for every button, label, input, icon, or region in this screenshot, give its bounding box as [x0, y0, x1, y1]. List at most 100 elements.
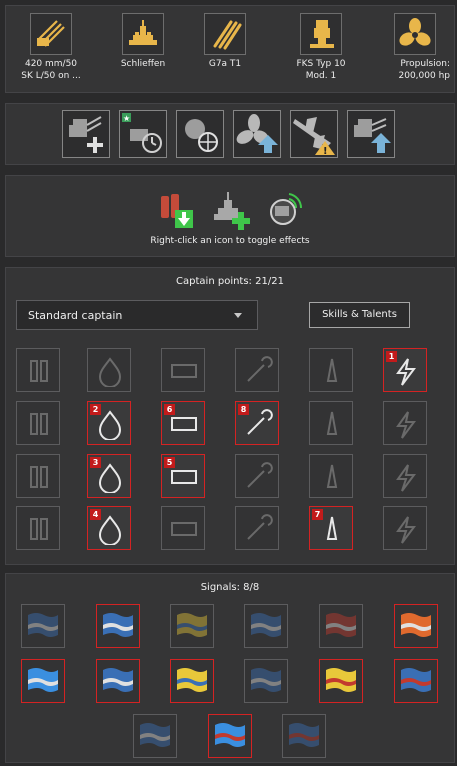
gun-feeder-icon [171, 364, 197, 378]
special-upgrade-icon[interactable]: ★ [119, 110, 167, 158]
flag-checker-blue-icon [28, 613, 58, 637]
flag-blue-stripes-icon [251, 613, 281, 637]
aircraft-mod-icon[interactable]: ! [290, 110, 338, 158]
priority-target-icon [247, 356, 273, 382]
flag-orange-white-icon [401, 613, 431, 637]
skill-slot[interactable] [309, 348, 353, 392]
skill-order-badge: 4 [90, 509, 101, 520]
signal-flag[interactable] [282, 714, 326, 758]
skill-slot[interactable] [161, 348, 205, 392]
skill-order-badge: 5 [164, 457, 175, 468]
skill-slot[interactable] [16, 454, 60, 498]
grease-the-gears-icon [30, 360, 48, 382]
flag-blue-white-diagonal-icon [140, 723, 170, 747]
modules-panel: 420 mm/50 SK L/50 on ... Schlieffen G7a … [5, 5, 455, 93]
skill-slot[interactable] [16, 348, 60, 392]
flag-red-diagonal-icon [326, 613, 356, 637]
aiming-systems-mod-icon[interactable] [176, 110, 224, 158]
captain-dropdown[interactable]: Standard captain [16, 300, 258, 330]
manual-secondary-icon [396, 464, 416, 492]
signal-flag[interactable] [21, 604, 65, 648]
svg-text:★: ★ [123, 114, 130, 123]
signals-title: Signals: 8/8 [200, 582, 260, 593]
incoming-fire-alert-icon [326, 358, 338, 382]
skill-slot[interactable] [309, 454, 353, 498]
skill-slot[interactable] [309, 401, 353, 445]
signal-flag[interactable] [21, 659, 65, 703]
heavy-armor-icon [326, 464, 338, 488]
torpedo-icon[interactable] [204, 13, 246, 55]
skill-slot[interactable] [383, 401, 427, 445]
skill-slot[interactable]: 2 [87, 401, 131, 445]
skill-slot[interactable]: 6 [161, 401, 205, 445]
secondary-armament-expert-icon [396, 411, 416, 439]
flag-blue-white-icon [251, 668, 281, 692]
signal-flag[interactable] [394, 604, 438, 648]
repair-specialist-icon [247, 514, 273, 540]
repair-party-icon[interactable] [210, 188, 252, 230]
flag-yellow-plus-icon [177, 668, 207, 692]
signal-flag[interactable] [170, 604, 214, 648]
chevron-down-icon [234, 313, 242, 318]
main-armaments-mod-icon[interactable] [62, 110, 110, 158]
superintendent-icon [247, 462, 273, 488]
module-label: FKS Typ 10 Mod. 1 [296, 59, 346, 81]
skill-slot[interactable] [16, 506, 60, 550]
fire-control-icon[interactable] [300, 13, 342, 55]
toggle-effects-hint: Right-click an icon to toggle effects [150, 236, 310, 246]
skill-slot[interactable] [16, 401, 60, 445]
adrenaline-rush-icon [30, 413, 48, 435]
skill-slot[interactable] [235, 506, 279, 550]
battleship-hull-icon[interactable] [122, 13, 164, 55]
signal-flag[interactable] [394, 659, 438, 703]
skill-slot[interactable]: 3 [87, 454, 131, 498]
signal-flag[interactable] [244, 659, 288, 703]
secondary-battery-mod-icon[interactable] [347, 110, 395, 158]
skill-slot[interactable]: 4 [87, 506, 131, 550]
flag-yellow-blue-icon [177, 613, 207, 637]
skill-slot[interactable] [235, 348, 279, 392]
svg-text:!: ! [323, 146, 328, 157]
skill-slot[interactable] [161, 506, 205, 550]
signal-flag[interactable] [319, 604, 363, 648]
signal-flag[interactable] [96, 604, 140, 648]
skill-slot[interactable] [235, 454, 279, 498]
signal-flag[interactable] [170, 659, 214, 703]
flag-blue-red-yellow-icon [401, 668, 431, 692]
skill-order-badge: 7 [312, 509, 323, 520]
basic-firing-training-icon [30, 466, 48, 488]
skill-slot[interactable]: 7 [309, 506, 353, 550]
captain-panel: Captain points: 21/21 Standard captain S… [5, 267, 455, 565]
flag-checker-blue-icon [28, 668, 58, 692]
signal-flag[interactable] [319, 659, 363, 703]
skill-slot[interactable]: 5 [161, 454, 205, 498]
signal-flag[interactable] [133, 714, 177, 758]
skill-slot[interactable] [383, 454, 427, 498]
signals-panel: Signals: 8/8 [5, 573, 455, 763]
gun-battery-icon[interactable] [30, 13, 72, 55]
skill-order-badge: 6 [164, 404, 175, 415]
damage-control-party-icon[interactable] [155, 188, 197, 230]
flag-blue-red-stripes-icon [289, 723, 319, 747]
skills-talents-button[interactable]: Skills & Talents [309, 302, 410, 328]
skill-order-badge: 1 [386, 351, 397, 362]
signal-flag[interactable] [96, 659, 140, 703]
fire-extinguisher-icon [396, 516, 416, 544]
skill-slot[interactable]: 8 [235, 401, 279, 445]
consumables-panel: Right-click an icon to toggle effects [5, 175, 455, 257]
flag-blue-cross-icon [103, 613, 133, 637]
signal-flag[interactable] [244, 604, 288, 648]
skill-slot[interactable] [87, 348, 131, 392]
flag-blue-square-red-icon [215, 723, 245, 747]
hydroacoustic-search-icon[interactable] [265, 188, 307, 230]
signal-flag[interactable] [208, 714, 252, 758]
skill-slot[interactable]: 1 [383, 348, 427, 392]
skill-slot[interactable] [383, 506, 427, 550]
upgrades-panel: ★ ! [5, 103, 455, 165]
flag-yellow-red-icon [326, 668, 356, 692]
module-label: Schlieffen [120, 59, 166, 69]
propeller-icon[interactable] [394, 13, 436, 55]
skill-order-badge: 8 [238, 404, 249, 415]
captain-dropdown-value: Standard captain [28, 309, 123, 322]
propulsion-mod-icon[interactable] [233, 110, 281, 158]
